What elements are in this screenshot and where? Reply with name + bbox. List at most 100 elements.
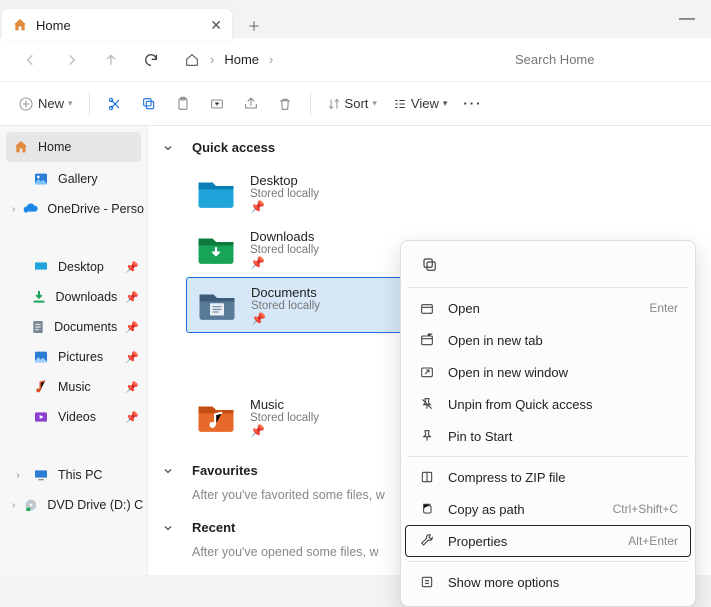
documents-icon [30, 319, 46, 335]
ctx-compress[interactable]: Compress to ZIP file [405, 461, 691, 493]
ctx-copy-path[interactable]: Copy as path Ctrl+Shift+C [405, 493, 691, 525]
sidebar-item-label: This PC [58, 468, 102, 482]
sidebar-item-label: Gallery [58, 172, 98, 186]
tile-desktop[interactable]: Desktop Stored locally 📌 [186, 165, 456, 221]
close-tab-icon[interactable]: ✕ [210, 17, 222, 34]
ctx-open-new-tab[interactable]: Open in new tab [405, 324, 691, 356]
nav-bar: › Home › Search Home [0, 38, 711, 82]
ctx-label: Copy as path [448, 502, 525, 517]
context-menu: Open Enter Open in new tab Open in new w… [400, 240, 696, 607]
paste-button[interactable] [168, 89, 198, 119]
ctx-label: Open in new window [448, 365, 568, 380]
music-folder-icon [194, 395, 238, 439]
forward-button[interactable] [54, 43, 88, 77]
section-header[interactable]: Quick access [162, 140, 703, 155]
pin-icon: 📌 [125, 381, 139, 394]
chevron-down-icon: ▾ [443, 98, 448, 109]
sort-button[interactable]: Sort ▾ [321, 89, 383, 119]
sidebar-item-thispc[interactable]: › This PC [0, 460, 147, 490]
ctx-label: Pin to Start [448, 429, 512, 444]
pin-icon: 📌 [250, 424, 319, 438]
ctx-open-new-window[interactable]: Open in new window [405, 356, 691, 388]
search-input[interactable]: Search Home [509, 45, 697, 75]
section-title: Recent [192, 520, 235, 535]
context-icon-row [405, 247, 691, 283]
tile-name: Desktop [250, 173, 319, 188]
view-button[interactable]: View ▾ [387, 89, 453, 119]
chevron-down-icon: ▾ [372, 98, 377, 109]
pin-icon: 📌 [125, 321, 139, 334]
more-icon [418, 574, 436, 590]
chevron-down-icon: ▾ [68, 98, 73, 109]
ctx-label: Open [448, 301, 480, 316]
home-icon [12, 139, 30, 155]
sidebar-item-gallery[interactable]: Gallery [0, 164, 147, 194]
minimize-button[interactable]: — [663, 10, 711, 28]
chevron-right-icon[interactable]: › [12, 470, 24, 481]
sidebar-item-onedrive[interactable]: › OneDrive - Perso [0, 194, 147, 224]
ctx-properties[interactable]: Properties Alt+Enter [405, 525, 691, 557]
search-placeholder: Search Home [515, 52, 594, 67]
delete-button[interactable] [270, 89, 300, 119]
separator [407, 287, 689, 288]
sidebar-item-documents[interactable]: Documents 📌 [0, 312, 147, 342]
tab-label: Home [36, 18, 71, 33]
tile-sub: Stored locally [250, 188, 319, 200]
sidebar-item-music[interactable]: Music 📌 [0, 372, 147, 402]
chevron-right-icon[interactable]: › [12, 500, 15, 511]
sidebar-item-pictures[interactable]: Pictures 📌 [0, 342, 147, 372]
ctx-show-more[interactable]: Show more options [405, 566, 691, 598]
sidebar-item-label: Pictures [58, 350, 103, 364]
ctx-unpin[interactable]: Unpin from Quick access [405, 388, 691, 420]
ctx-open[interactable]: Open Enter [405, 292, 691, 324]
videos-icon [32, 409, 50, 425]
open-icon [418, 300, 436, 316]
cloud-icon [23, 201, 39, 217]
documents-folder-icon [195, 283, 239, 327]
chevron-down-icon [162, 465, 178, 477]
chevron-right-icon[interactable]: › [12, 204, 15, 215]
copy-path-icon [418, 501, 436, 517]
ctx-shortcut: Enter [649, 301, 678, 315]
tile-sub: Stored locally [250, 244, 319, 256]
copy-button[interactable] [134, 89, 164, 119]
sidebar-item-desktop[interactable]: Desktop 📌 [0, 252, 147, 282]
new-label: New [38, 96, 64, 111]
toolbar: New ▾ Sort ▾ View ▾ ··· [0, 82, 711, 126]
copy-button[interactable] [415, 250, 445, 280]
chevron-down-icon [162, 142, 178, 154]
pin-icon [418, 428, 436, 444]
home-icon [184, 52, 200, 68]
sidebar-item-label: OneDrive - Perso [47, 202, 144, 216]
up-button[interactable] [94, 43, 128, 77]
sidebar: Home Gallery › OneDrive - Perso Desktop … [0, 126, 148, 575]
refresh-button[interactable] [134, 43, 168, 77]
more-button[interactable]: ··· [457, 89, 488, 119]
downloads-folder-icon [194, 227, 238, 271]
pin-icon: 📌 [251, 312, 320, 326]
sidebar-item-dvd[interactable]: › DVD Drive (D:) C [0, 490, 147, 520]
breadcrumb-home[interactable]: Home [224, 52, 259, 67]
ctx-label: Show more options [448, 575, 559, 590]
sidebar-item-label: Desktop [58, 260, 104, 274]
sidebar-item-home[interactable]: Home [6, 132, 141, 162]
ctx-pin-start[interactable]: Pin to Start [405, 420, 691, 452]
pin-icon: 📌 [125, 411, 139, 424]
tile-name: Documents [251, 285, 320, 300]
pc-icon [32, 467, 50, 483]
chevron-right-icon: › [210, 52, 214, 67]
sidebar-item-downloads[interactable]: Downloads 📌 [0, 282, 147, 312]
pin-icon: 📌 [125, 351, 139, 364]
breadcrumb[interactable]: › Home › [174, 52, 503, 68]
share-button[interactable] [236, 89, 266, 119]
new-button[interactable]: New ▾ [12, 89, 79, 119]
window-tab[interactable]: Home ✕ [2, 9, 232, 41]
sidebar-item-videos[interactable]: Videos 📌 [0, 402, 147, 432]
back-button[interactable] [14, 43, 48, 77]
home-icon [12, 17, 28, 33]
rename-button[interactable] [202, 89, 232, 119]
cut-button[interactable] [100, 89, 130, 119]
chevron-down-icon [162, 522, 178, 534]
new-tab-button[interactable]: ＋ [238, 9, 270, 41]
sidebar-item-label: Videos [58, 410, 96, 424]
